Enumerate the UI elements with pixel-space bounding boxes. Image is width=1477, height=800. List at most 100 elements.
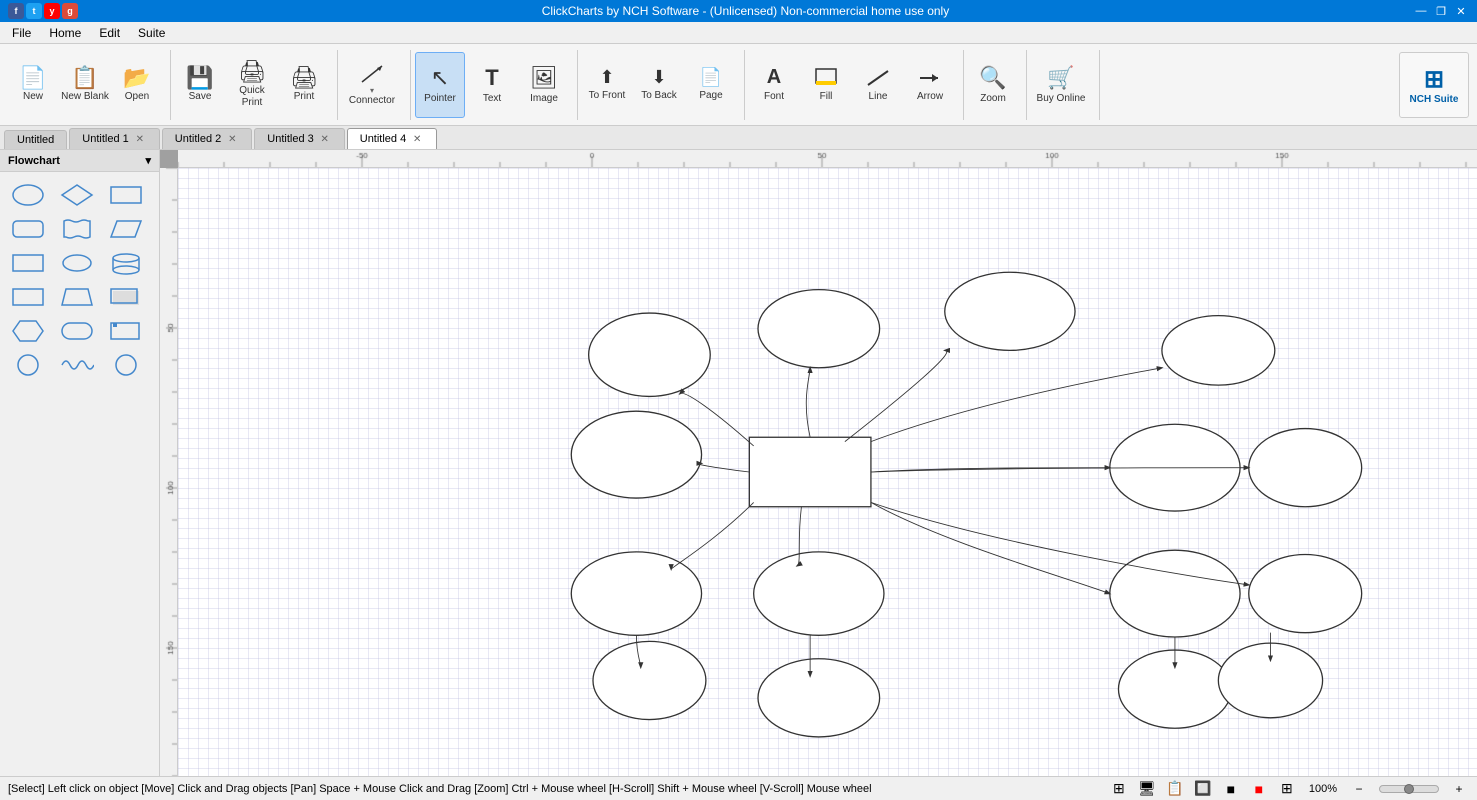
diagram-canvas[interactable]: [178, 168, 1477, 776]
line-label: Line: [869, 91, 888, 103]
zoom-in-icon[interactable]: +: [1449, 779, 1469, 799]
shape-circle2[interactable]: [106, 350, 146, 380]
menu-file[interactable]: File: [4, 24, 39, 42]
tab-untitled1[interactable]: Untitled 1 ✕: [69, 128, 159, 149]
pointer-icon: ↖: [431, 65, 449, 91]
window-controls[interactable]: — ❐ ✕: [1413, 3, 1469, 19]
new-button[interactable]: 📄 New: [8, 52, 58, 118]
zoom-icon: 🔍: [979, 65, 1006, 91]
save-icon: 💾: [186, 67, 213, 89]
font-label: Font: [764, 91, 784, 103]
tab-bar: Untitled Untitled 1 ✕ Untitled 2 ✕ Untit…: [0, 126, 1477, 150]
zoom-button[interactable]: 🔍 Zoom: [968, 52, 1018, 118]
toolbar-group-format: A Font Fill Line Arrow: [749, 50, 964, 120]
minimize-button[interactable]: —: [1413, 3, 1429, 19]
shape-rect[interactable]: [106, 180, 146, 210]
zoom-out-icon[interactable]: −: [1349, 779, 1369, 799]
menu-edit[interactable]: Edit: [91, 24, 128, 42]
print-button[interactable]: 🖨 Print: [279, 52, 329, 118]
tab-untitled2-close[interactable]: ✕: [225, 132, 239, 146]
shape-wave[interactable]: [57, 350, 97, 380]
open-icon: 📂: [123, 67, 150, 89]
toolbar-group-buy: 🛒 Buy Online: [1031, 50, 1100, 120]
shape-rect2[interactable]: [8, 248, 48, 278]
line-button[interactable]: Line: [853, 52, 903, 118]
font-button[interactable]: A Font: [749, 52, 799, 118]
pointer-button[interactable]: ↖ Pointer: [415, 52, 465, 118]
google-icon[interactable]: g: [62, 3, 78, 19]
text-icon: T: [485, 65, 498, 91]
tab-untitled3[interactable]: Untitled 3 ✕: [254, 128, 344, 149]
fill-icon: [814, 67, 838, 89]
quick-print-icon: 🖨: [238, 61, 266, 83]
tab-untitled3-close[interactable]: ✕: [318, 132, 332, 146]
facebook-icon[interactable]: f: [8, 3, 24, 19]
new-blank-button[interactable]: 📋 New Blank: [60, 52, 110, 118]
tab-untitled2[interactable]: Untitled 2 ✕: [162, 128, 252, 149]
shape-rounded-rect2[interactable]: [57, 316, 97, 346]
toolbar-group-tools: ↖ Pointer T Text 🖼 Image: [415, 50, 578, 120]
close-button[interactable]: ✕: [1453, 3, 1469, 19]
shape-rect-shadow[interactable]: [106, 282, 146, 312]
shape-ellipse[interactable]: [8, 180, 48, 210]
page-button[interactable]: 📄 Page: [686, 52, 736, 118]
save-button[interactable]: 💾 Save: [175, 52, 225, 118]
text-button[interactable]: T Text: [467, 52, 517, 118]
menu-home[interactable]: Home: [41, 24, 89, 42]
image-button[interactable]: 🖼 Image: [519, 52, 569, 118]
to-back-button[interactable]: ⬇ To Back: [634, 52, 684, 118]
social-icons[interactable]: f t y g: [8, 3, 78, 19]
buy-online-label: Buy Online: [1037, 93, 1086, 105]
shape-parallelogram[interactable]: [106, 214, 146, 244]
panel-dropdown-icon[interactable]: ▾: [145, 154, 151, 167]
shape-rounded-rect[interactable]: [8, 214, 48, 244]
new-blank-icon: 📋: [71, 67, 98, 89]
toolbar-group-zoom: 🔍 Zoom: [968, 50, 1027, 120]
status-icon-2[interactable]: 🖥: [1137, 779, 1157, 799]
shape-diamond[interactable]: [57, 180, 97, 210]
shape-rect4[interactable]: [106, 316, 146, 346]
status-icon-4[interactable]: 🔲: [1193, 779, 1213, 799]
status-icon-red[interactable]: ■: [1249, 779, 1269, 799]
shape-squiggly-rect[interactable]: [57, 214, 97, 244]
tab-untitled4[interactable]: Untitled 4 ✕: [347, 128, 437, 149]
open-button[interactable]: 📂 Open: [112, 52, 162, 118]
shape-rect3[interactable]: [8, 282, 48, 312]
shape-trapezoid[interactable]: [57, 282, 97, 312]
toolbar: 📄 New 📋 New Blank 📂 Open 💾 Save 🖨 Quick …: [0, 44, 1477, 126]
print-label: Print: [294, 91, 315, 103]
youtube-icon[interactable]: y: [44, 3, 60, 19]
fill-button[interactable]: Fill: [801, 52, 851, 118]
shape-hexagon[interactable]: [8, 316, 48, 346]
zoom-slider[interactable]: [1379, 785, 1439, 793]
canvas-inner[interactable]: [178, 168, 1477, 776]
menu-suite[interactable]: Suite: [130, 24, 173, 42]
connector-dropdown-arrow: ▾: [370, 86, 374, 95]
status-icon-5[interactable]: ■: [1221, 779, 1241, 799]
page-icon: 📄: [700, 67, 722, 88]
to-front-button[interactable]: ⬆ To Front: [582, 52, 632, 118]
restore-button[interactable]: ❐: [1433, 3, 1449, 19]
panel-header[interactable]: Flowchart ▾: [0, 150, 159, 172]
tab-untitled4-close[interactable]: ✕: [410, 132, 424, 146]
shape-cylinder[interactable]: [106, 248, 146, 278]
connector-svg-icon: [357, 62, 387, 86]
tab-untitled[interactable]: Untitled: [4, 130, 67, 149]
twitter-icon[interactable]: t: [26, 3, 42, 19]
arrow-button[interactable]: Arrow: [905, 52, 955, 118]
status-icon-1[interactable]: ⊞: [1109, 779, 1129, 799]
tab-untitled3-label: Untitled 3: [267, 133, 313, 145]
buy-online-icon: 🛒: [1047, 65, 1074, 91]
tab-untitled1-close[interactable]: ✕: [133, 132, 147, 146]
nch-suite-button[interactable]: ⊞ NCH Suite: [1399, 52, 1469, 118]
shape-circle[interactable]: [8, 350, 48, 380]
status-icon-grid[interactable]: ⊞: [1277, 779, 1297, 799]
connector-button[interactable]: ▾ Connector: [342, 52, 402, 118]
buy-online-button[interactable]: 🛒 Buy Online: [1031, 52, 1091, 118]
to-back-label: To Back: [641, 90, 677, 102]
status-icon-3[interactable]: 📋: [1165, 779, 1185, 799]
canvas-area[interactable]: [160, 150, 1477, 776]
shape-oval[interactable]: [57, 248, 97, 278]
window-title: ClickCharts by NCH Software - (Unlicense…: [78, 4, 1413, 18]
quick-print-button[interactable]: 🖨 Quick Print: [227, 52, 277, 118]
